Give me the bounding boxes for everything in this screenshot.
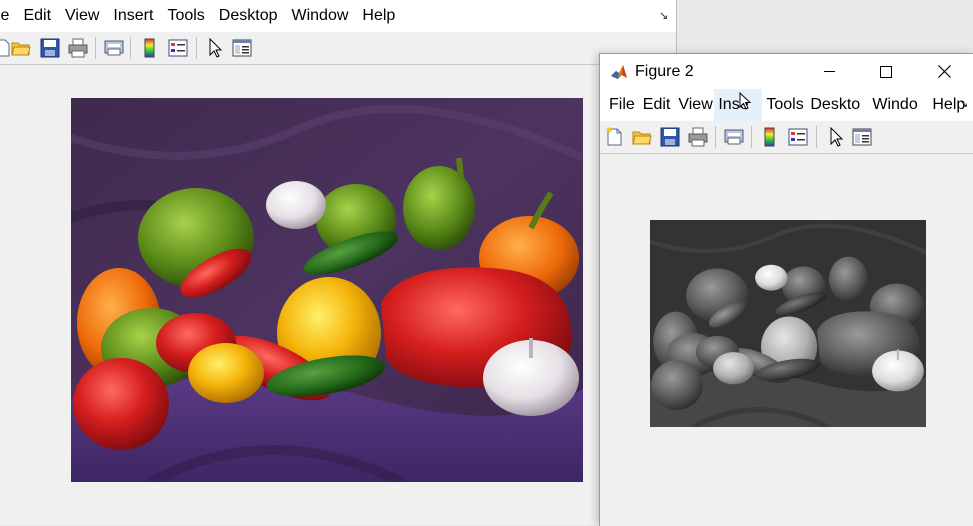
menu-edit[interactable]: Edit: [16, 0, 58, 32]
figure2-window: Figure 2 File Edit View Inse Tools Deskt…: [599, 53, 973, 526]
save-icon[interactable]: [40, 38, 60, 58]
figure1-window: le Edit View Insert Tools Desktop Window…: [0, 0, 677, 525]
menu-view[interactable]: View: [674, 89, 714, 121]
peppers-color-image: [71, 98, 583, 482]
figure1-toolbar: [0, 32, 676, 65]
figure2-titlebar[interactable]: Figure 2: [600, 54, 973, 89]
print-icon[interactable]: [68, 38, 88, 58]
print-icon[interactable]: [688, 127, 708, 147]
toolbar-separator: [196, 37, 197, 59]
toolbar-separator: [751, 126, 752, 148]
pointer-icon[interactable]: [205, 38, 225, 58]
toolbar-separator: [715, 126, 716, 148]
save-icon[interactable]: [660, 127, 680, 147]
maximize-icon: [880, 66, 892, 78]
legend-icon[interactable]: [168, 38, 188, 58]
figure1-canvas: [0, 65, 676, 525]
menu-tools[interactable]: Tools: [160, 0, 211, 32]
matlab-logo-icon: [610, 63, 628, 81]
minimize-button[interactable]: [806, 54, 852, 89]
peppers-grayscale-image: [650, 220, 926, 427]
dock-arrow-icon[interactable]: ↘: [959, 97, 968, 110]
property-editor-icon[interactable]: [852, 127, 872, 147]
menu-tools[interactable]: Tools: [762, 89, 806, 121]
print-preview-icon[interactable]: [104, 38, 124, 58]
legend-icon[interactable]: [788, 127, 808, 147]
menu-window[interactable]: Windo: [868, 89, 928, 121]
toolbar-separator: [816, 126, 817, 148]
dock-arrow-icon[interactable]: ↘: [659, 9, 668, 22]
figure1-menubar: le Edit View Insert Tools Desktop Window…: [0, 0, 676, 32]
mouse-cursor-icon: [739, 92, 751, 110]
close-icon: [938, 65, 951, 78]
menu-help[interactable]: Help: [355, 0, 402, 32]
close-button[interactable]: [921, 54, 967, 89]
open-icon[interactable]: [11, 38, 31, 58]
open-icon[interactable]: [632, 127, 652, 147]
menu-desktop[interactable]: Deskto: [806, 89, 868, 121]
new-figure-icon[interactable]: [604, 127, 624, 147]
figure2-canvas: [600, 154, 973, 526]
pointer-icon[interactable]: [826, 127, 846, 147]
figure2-menubar: File Edit View Inse Tools Deskto Windo H…: [600, 89, 973, 121]
maximize-button[interactable]: [863, 54, 909, 89]
colorbar-icon[interactable]: [140, 38, 160, 58]
menu-file[interactable]: File: [605, 89, 639, 121]
figure2-toolbar: [600, 121, 973, 154]
colorbar-icon[interactable]: [760, 127, 780, 147]
menu-window[interactable]: Window: [285, 0, 356, 32]
menu-insert[interactable]: Insert: [106, 0, 160, 32]
menu-desktop[interactable]: Desktop: [212, 0, 285, 32]
toolbar-separator: [95, 37, 96, 59]
toolbar-separator: [130, 37, 131, 59]
window-title: Figure 2: [635, 63, 694, 80]
menu-view[interactable]: View: [58, 0, 106, 32]
menu-edit[interactable]: Edit: [639, 89, 675, 121]
minimize-icon: [824, 71, 835, 72]
menu-file[interactable]: le: [0, 0, 16, 32]
print-preview-icon[interactable]: [724, 127, 744, 147]
property-editor-icon[interactable]: [232, 38, 252, 58]
